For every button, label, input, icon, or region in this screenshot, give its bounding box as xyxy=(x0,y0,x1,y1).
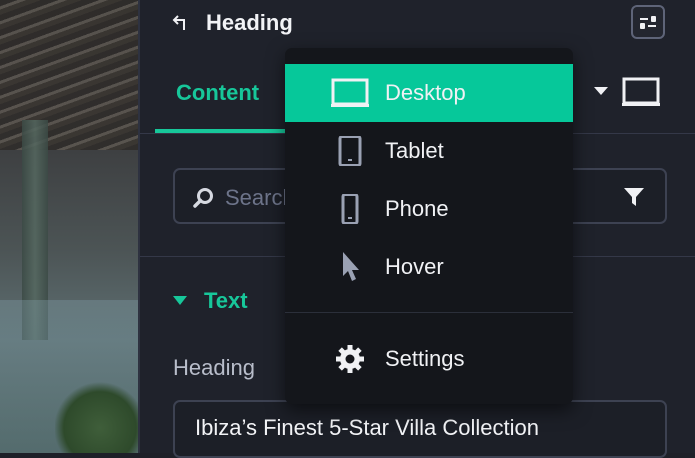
panel-options-button[interactable] xyxy=(631,5,665,39)
phone-icon xyxy=(341,194,359,224)
back-arrow-icon[interactable] xyxy=(172,14,190,32)
menu-item-hover[interactable]: Hover xyxy=(285,238,573,296)
sliders-icon xyxy=(640,16,656,29)
menu-item-label: Settings xyxy=(385,346,465,371)
menu-item-label: Desktop xyxy=(385,80,466,105)
menu-item-label: Hover xyxy=(385,254,444,279)
photo-plant xyxy=(55,380,138,453)
photo-pergola xyxy=(0,0,138,150)
section-title-text[interactable]: Text xyxy=(204,288,248,314)
desktop-icon xyxy=(331,78,369,107)
heading-text-input[interactable]: Ibiza’s Finest 5-Star Villa Collection xyxy=(173,400,667,458)
tablet-icon xyxy=(338,136,362,166)
tab-content[interactable]: Content xyxy=(176,80,259,106)
menu-item-settings[interactable]: Settings xyxy=(285,330,573,388)
menu-divider xyxy=(285,312,573,313)
menu-item-phone[interactable]: Phone xyxy=(285,180,573,238)
section-collapse-caret-icon[interactable] xyxy=(173,296,187,305)
menu-item-tablet[interactable]: Tablet xyxy=(285,122,573,180)
filter-icon[interactable] xyxy=(623,186,645,208)
menu-item-desktop[interactable]: Desktop xyxy=(285,64,573,122)
menu-item-label: Phone xyxy=(385,196,449,221)
cursor-icon xyxy=(343,252,359,281)
heading-field-label: Heading xyxy=(173,355,255,380)
background-photo xyxy=(0,0,138,453)
panel-title: Heading xyxy=(206,10,293,35)
device-mode-menu: Desktop Tablet Phone Hover Settings xyxy=(285,48,573,404)
device-dropdown-caret-icon[interactable] xyxy=(594,87,608,95)
gear-icon xyxy=(336,345,364,373)
menu-item-label: Tablet xyxy=(385,138,444,163)
search-icon xyxy=(193,188,213,208)
desktop-icon[interactable] xyxy=(622,77,660,107)
